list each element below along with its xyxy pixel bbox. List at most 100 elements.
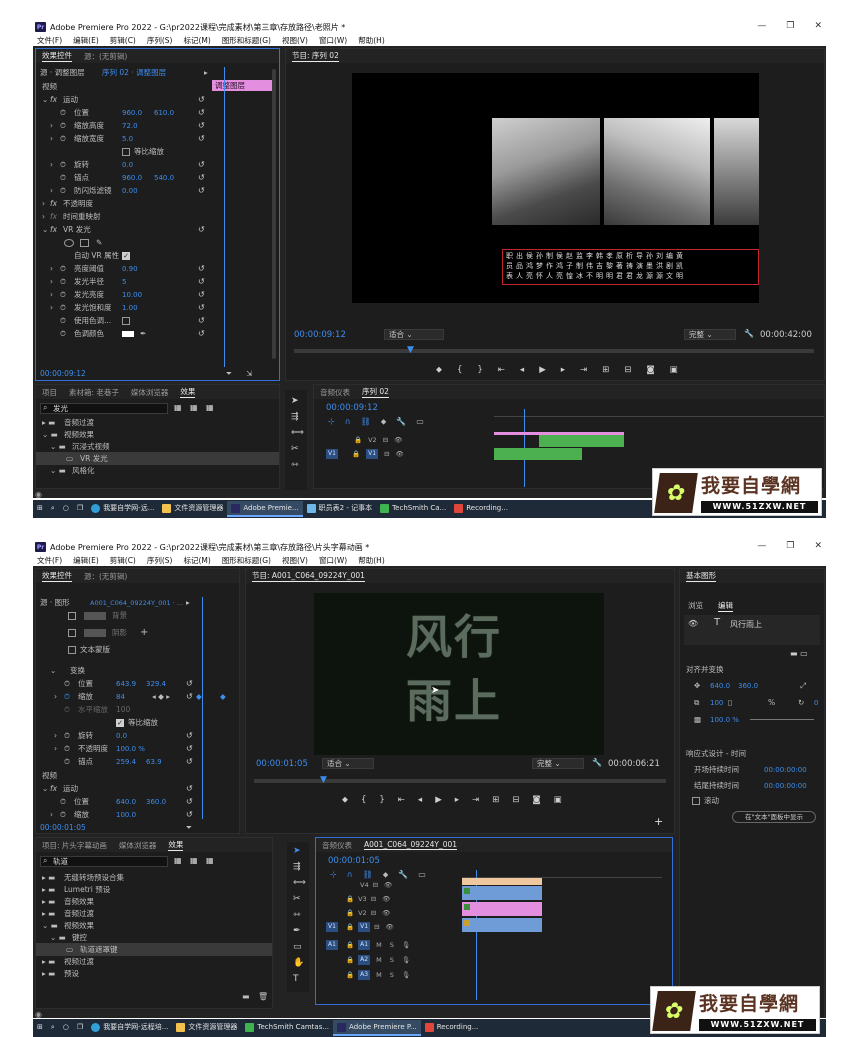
effects-item[interactable]: 音频过渡 <box>64 908 94 919</box>
eye-icon[interactable]: 👁 <box>394 436 402 444</box>
step-forward-icon[interactable]: ▸ <box>561 365 565 375</box>
marker-icon[interactable]: ⬥ <box>342 795 348 805</box>
hand-icon[interactable]: ✋ <box>293 958 304 968</box>
selection-tool-icon[interactable]: ➤ <box>293 846 301 856</box>
magnet-icon[interactable]: ∩ <box>347 870 353 880</box>
reset-icon[interactable]: ↺ <box>198 225 205 234</box>
glow-brightness-value[interactable]: 10.00 <box>122 291 142 299</box>
start-icon[interactable]: ⊞ <box>33 1020 47 1036</box>
reset-icon[interactable]: ↺ <box>186 731 193 740</box>
tab-effects[interactable]: 效果 <box>180 386 196 398</box>
effect-controls-timecode[interactable]: 00:00:01:05 <box>40 823 86 832</box>
show-in-text-panel-button[interactable]: 在"文本"面板中显示 <box>732 811 816 823</box>
reset-icon[interactable]: ↺ <box>186 692 193 701</box>
new-folder-icon[interactable]: ▬ <box>242 992 250 1001</box>
reset-icon[interactable]: ↺ <box>198 316 205 325</box>
track-v2-label[interactable]: V2 <box>358 909 367 917</box>
program-title[interactable]: 节目: 序列 02 <box>292 50 339 62</box>
lock-icon[interactable]: 🔒 <box>346 909 354 917</box>
export-icon[interactable]: ⇲ <box>246 369 252 378</box>
clip-v4[interactable] <box>462 878 542 885</box>
microphone-icon[interactable]: 🎙 <box>402 941 410 949</box>
maximize-icon[interactable]: ❐ <box>786 541 794 551</box>
menu-sequence[interactable]: 序列(S) <box>147 35 173 46</box>
glow-radius-value[interactable]: 5 <box>122 278 126 286</box>
taskbar-item-explorer[interactable]: 文件资源管理器 <box>172 1020 241 1036</box>
mute-button[interactable]: M <box>376 956 382 964</box>
track-v1-label[interactable]: V1 <box>366 448 379 459</box>
chevron-right-icon[interactable]: › <box>50 290 53 299</box>
taskbar-item-camtasia[interactable]: TechSmith Camtas... <box>241 1020 333 1036</box>
tab-sequence[interactable]: A001_C064_09224Y_001 <box>364 840 458 850</box>
reset-icon[interactable]: ↺ <box>186 679 193 688</box>
chevron-down-icon[interactable]: ⌄ <box>42 225 48 234</box>
stopwatch-icon[interactable]: ⏱ <box>60 264 66 274</box>
motion-position-y[interactable]: 360.0 <box>146 798 166 806</box>
menu-file[interactable]: 文件(F) <box>37 555 62 566</box>
track-select-icon[interactable]: ⇶ <box>293 862 301 872</box>
type-tool-icon[interactable]: T <box>293 974 299 984</box>
program-timecode[interactable]: 00:00:09:12 <box>294 330 346 340</box>
quality-dropdown[interactable]: 完整 ⌄ <box>684 329 736 340</box>
camera-icon[interactable]: ◙ <box>646 365 654 375</box>
effects-search-input[interactable]: 轨道 <box>40 856 168 867</box>
mute-button[interactable]: M <box>376 941 382 949</box>
taskbar-item-camtasia[interactable]: TechSmith Ca... <box>376 501 450 517</box>
razor-icon[interactable]: ✂ <box>293 894 301 904</box>
tab-media-browser[interactable]: 媒体浏览器 <box>131 387 169 398</box>
reset-icon[interactable]: ↺ <box>186 784 193 793</box>
caption-icon[interactable]: ▭ <box>418 870 426 880</box>
stopwatch-active-icon[interactable]: ⏱ <box>64 692 70 702</box>
mark-out-icon[interactable]: } <box>379 795 384 805</box>
stopwatch-icon[interactable]: ⏱ <box>64 731 70 741</box>
track-a1-label[interactable]: A1 <box>358 939 371 950</box>
eg-rotation[interactable]: 0 <box>814 699 818 707</box>
stopwatch-icon[interactable]: ⏱ <box>60 134 66 144</box>
effect-controls-scrollbar[interactable] <box>272 69 276 359</box>
eye-icon[interactable]: 👁 <box>396 450 404 458</box>
chevron-right-icon[interactable]: › <box>54 731 57 740</box>
use-tint-checkbox[interactable] <box>122 316 130 325</box>
overwrite-icon[interactable]: ⊟ <box>624 365 631 375</box>
eye-icon[interactable]: 👁 <box>386 923 394 931</box>
taskbar-item-browser[interactable]: 我要自学网-远... <box>87 501 158 517</box>
fx-icon[interactable]: fx <box>50 784 57 793</box>
reset-icon[interactable]: ↺ <box>186 757 193 766</box>
close-icon[interactable]: ✕ <box>814 21 822 31</box>
mark-in-icon[interactable]: { <box>361 795 366 805</box>
menu-clip[interactable]: 剪辑(C) <box>110 35 136 46</box>
motion-position-x[interactable]: 640.0 <box>116 798 136 806</box>
tab-project[interactable]: 项目: 片头字幕动画 <box>42 840 107 851</box>
task-view-icon[interactable]: ❐ <box>73 501 87 517</box>
eye-icon[interactable]: 👁 <box>688 619 698 628</box>
source-patch-a1[interactable]: A1 <box>326 939 338 950</box>
stopwatch-icon[interactable]: ⏱ <box>64 744 70 754</box>
menu-clip[interactable]: 剪辑(C) <box>110 555 136 566</box>
plus-icon[interactable]: + <box>140 627 148 638</box>
chevron-right-icon[interactable]: › <box>54 744 57 753</box>
reset-icon[interactable]: ↺ <box>198 173 205 182</box>
eg-opacity[interactable]: 100.0 % <box>710 716 739 724</box>
effects-item[interactable]: 音频效果 <box>64 896 94 907</box>
track-v2-label[interactable]: V2 <box>368 436 377 444</box>
track-a3-label[interactable]: A3 <box>358 969 371 980</box>
go-to-in-icon[interactable]: ⇤ <box>498 365 505 375</box>
menu-window[interactable]: 窗口(W) <box>319 555 347 566</box>
overwrite-icon[interactable]: ⊟ <box>512 795 519 805</box>
position-y[interactable]: 329.4 <box>146 680 166 688</box>
effects-item[interactable]: 预设 <box>64 968 79 979</box>
essential-graphics-title[interactable]: 基本图形 <box>686 570 716 582</box>
program-timecode[interactable]: 00:00:01:05 <box>256 759 308 769</box>
shadow-swatch[interactable] <box>84 628 106 637</box>
minimize-icon[interactable]: — <box>757 21 766 31</box>
anchor-y[interactable]: 63.9 <box>146 758 162 766</box>
scale-link-icon[interactable]: ▯ <box>728 698 732 707</box>
anchor-x[interactable]: 259.4 <box>116 758 136 766</box>
taskbar-item-recording[interactable]: Recording... <box>450 501 512 517</box>
program-scrubber[interactable] <box>294 349 814 353</box>
sync-icon[interactable]: ⊟ <box>384 450 389 458</box>
tab-source[interactable]: 源：(无剪辑) <box>84 571 127 582</box>
rectangle-mask-icon[interactable] <box>80 238 89 247</box>
stopwatch-icon[interactable]: ⏱ <box>60 160 66 170</box>
rotation-value[interactable]: 0.0 <box>116 732 127 740</box>
